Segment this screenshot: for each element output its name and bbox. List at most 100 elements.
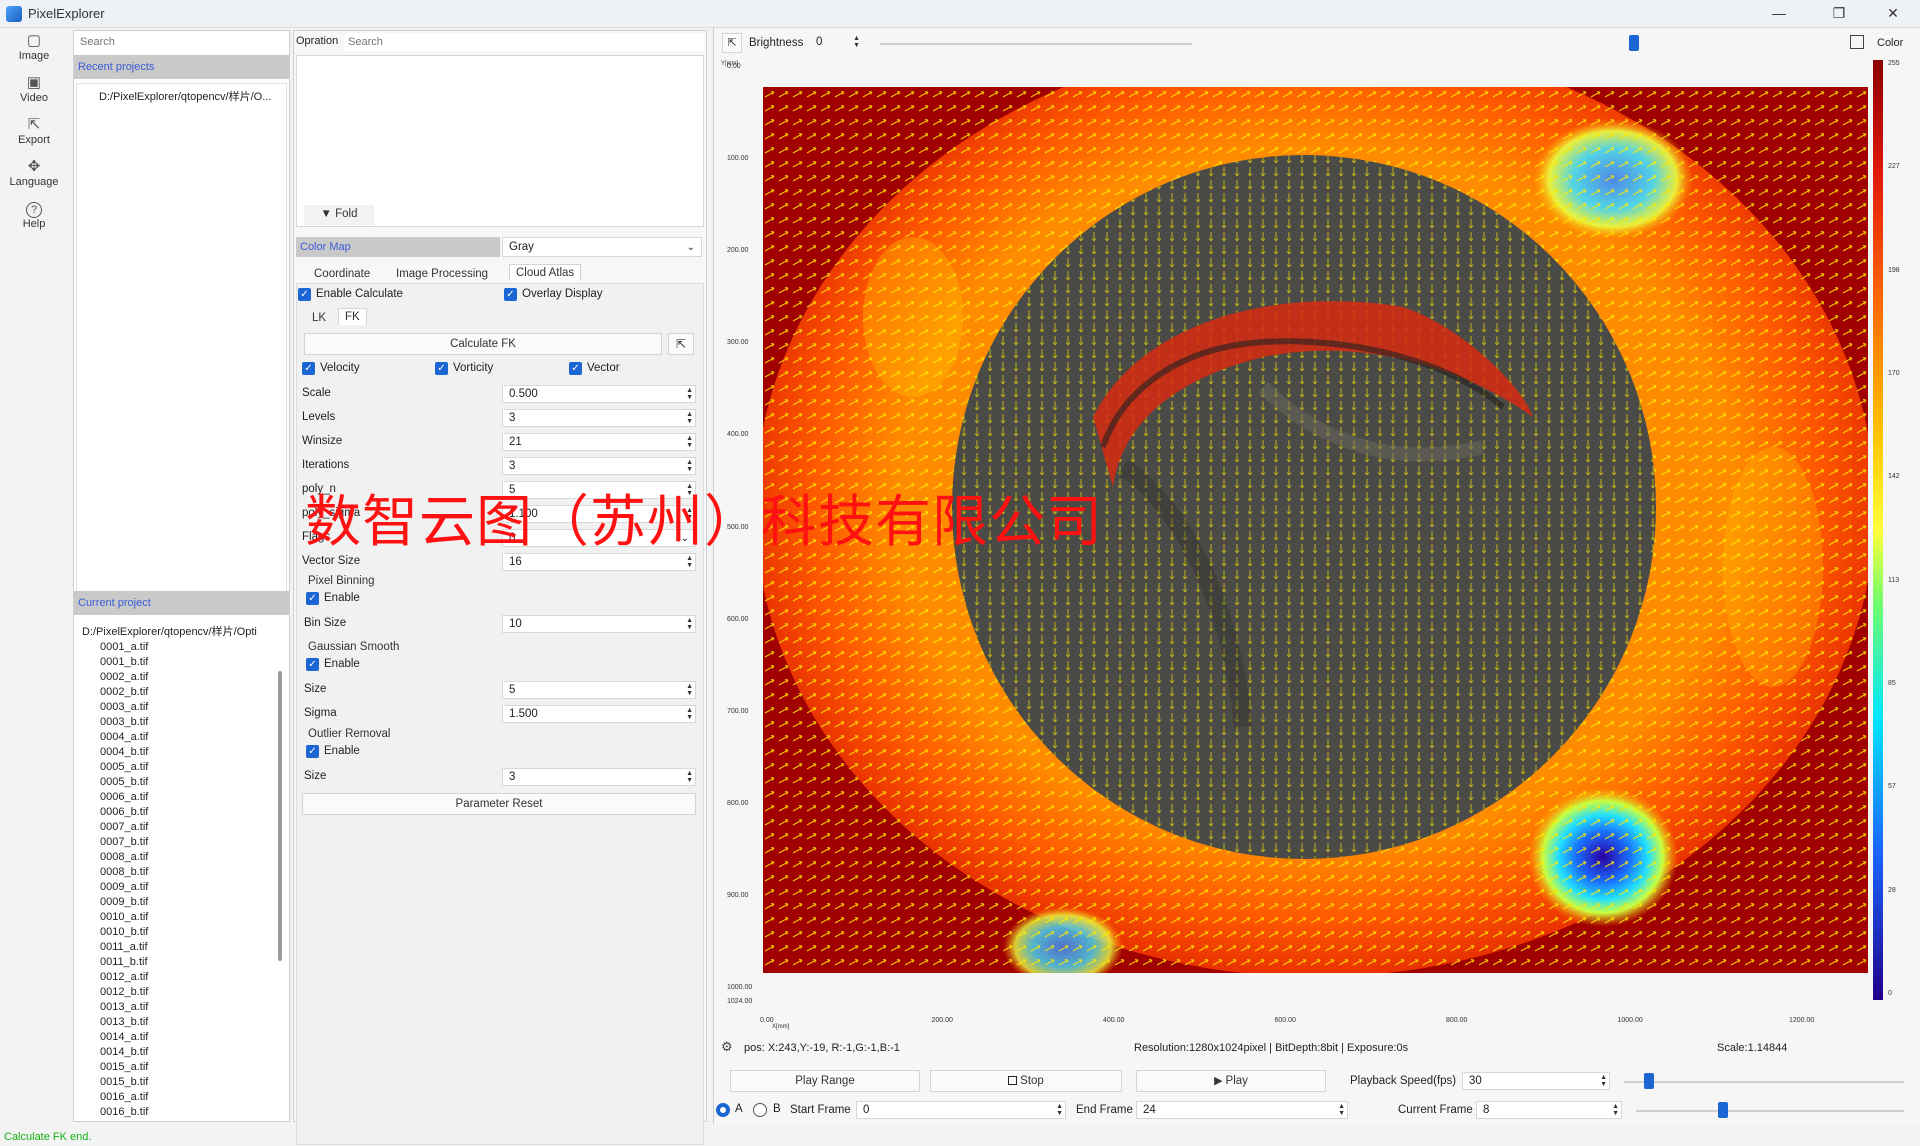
file-item[interactable]: 0003_b.tif	[100, 716, 148, 728]
file-item[interactable]: 0012_b.tif	[100, 986, 148, 998]
nav-help[interactable]: ? Help	[0, 202, 68, 230]
spin-arrows-icon[interactable]: ▲ ▼	[1612, 1103, 1619, 1117]
playback-speed-slider-track[interactable]	[1624, 1081, 1904, 1083]
file-item[interactable]: 0005_a.tif	[100, 761, 148, 773]
pixel-binning-enable-checkbox[interactable]: ✓	[306, 592, 319, 605]
bin-size-spinbox[interactable]: 10 ▲ ▼	[502, 615, 696, 633]
nav-language[interactable]: ✥ Language	[0, 158, 68, 188]
nav-video[interactable]: ▣ Video	[0, 74, 68, 104]
vector-checkbox[interactable]: ✓	[569, 362, 582, 375]
outlier-enable-checkbox[interactable]: ✓	[306, 745, 319, 758]
file-item[interactable]: 0015_a.tif	[100, 1061, 148, 1073]
spin-arrows-icon[interactable]: ▲ ▼	[686, 770, 693, 784]
spin-arrows-icon[interactable]: ▲ ▼	[686, 707, 693, 721]
fold-button[interactable]: ▼ Fold	[304, 205, 374, 225]
file-item[interactable]: 0004_b.tif	[100, 746, 148, 758]
levels-spinbox[interactable]: 3 ▲ ▼	[502, 409, 696, 427]
winsize-spinbox[interactable]: 21 ▲ ▼	[502, 433, 696, 451]
spin-arrows-icon[interactable]: ▲ ▼	[1338, 1103, 1345, 1117]
file-list-scrollbar[interactable]	[278, 671, 282, 961]
project-search-input[interactable]	[76, 33, 287, 51]
file-item[interactable]: 0002_b.tif	[100, 686, 148, 698]
brightness-slider-track[interactable]	[880, 43, 1192, 45]
file-item[interactable]: 0010_b.tif	[100, 926, 148, 938]
spin-arrows-icon[interactable]: ▲ ▼	[686, 411, 693, 425]
current-frame-spinbox[interactable]: 8 ▲ ▼	[1476, 1101, 1622, 1119]
file-item[interactable]: 0006_a.tif	[100, 791, 148, 803]
file-item[interactable]: 0014_a.tif	[100, 1031, 148, 1043]
gaussian-enable-checkbox[interactable]: ✓	[306, 658, 319, 671]
file-item[interactable]: 0015_b.tif	[100, 1076, 148, 1088]
file-item[interactable]: 0014_b.tif	[100, 1046, 148, 1058]
playback-speed-slider-handle[interactable]	[1644, 1073, 1654, 1089]
file-item[interactable]: 0009_b.tif	[100, 896, 148, 908]
tab-image-processing[interactable]: Image Processing	[390, 266, 494, 282]
viewer-popout-icon[interactable]: ⇱	[722, 33, 742, 53]
radio-b[interactable]	[753, 1103, 767, 1117]
file-item[interactable]: 0006_b.tif	[100, 806, 148, 818]
file-item[interactable]: 0010_a.tif	[100, 911, 148, 923]
file-item[interactable]: 0016_b.tif	[100, 1106, 148, 1118]
file-item[interactable]: 0008_b.tif	[100, 866, 148, 878]
project-root-folder[interactable]: D:/PixelExplorer/qtopencv/样片/Opti	[82, 623, 257, 639]
brightness-spinbox[interactable]: 0 ▲ ▼	[810, 34, 862, 52]
spin-arrows-icon[interactable]: ▲ ▼	[686, 459, 693, 473]
enable-calculate-checkbox[interactable]: ✓	[298, 288, 311, 301]
file-item[interactable]: 0007_b.tif	[100, 836, 148, 848]
vorticity-checkbox[interactable]: ✓	[435, 362, 448, 375]
file-item[interactable]: 0012_a.tif	[100, 971, 148, 983]
file-item[interactable]: 0002_a.tif	[100, 671, 148, 683]
minimize-button[interactable]: —	[1756, 0, 1802, 28]
tab-coordinate[interactable]: Coordinate	[308, 266, 376, 282]
spin-arrows-icon[interactable]: ▲ ▼	[686, 683, 693, 697]
file-item[interactable]: 0001_a.tif	[100, 641, 148, 653]
file-item[interactable]: 0003_a.tif	[100, 701, 148, 713]
radio-a[interactable]	[716, 1103, 730, 1117]
close-button[interactable]: ✕	[1870, 0, 1916, 28]
overlay-display-checkbox[interactable]: ✓	[504, 288, 517, 301]
file-item[interactable]: 0005_b.tif	[100, 776, 148, 788]
stop-button[interactable]: Stop	[930, 1070, 1122, 1092]
file-item[interactable]: 0008_a.tif	[100, 851, 148, 863]
spin-arrows-icon[interactable]: ▲ ▼	[686, 617, 693, 631]
settings-gear-icon[interactable]: ⚙	[721, 1039, 733, 1055]
file-item[interactable]: 0011_a.tif	[100, 941, 148, 953]
color-toggle-icon[interactable]	[1850, 35, 1864, 49]
maximize-button[interactable]: ❐	[1816, 0, 1862, 28]
current-frame-slider-track[interactable]	[1636, 1110, 1904, 1112]
start-frame-spinbox[interactable]: 0 ▲ ▼	[856, 1101, 1066, 1119]
file-item[interactable]: 0007_a.tif	[100, 821, 148, 833]
recent-project-item[interactable]: D:/PixelExplorer/qtopencv/样片/O...	[99, 88, 271, 104]
spin-arrows-icon[interactable]: ▲ ▼	[686, 387, 693, 401]
spin-arrows-icon[interactable]: ▲ ▼	[1056, 1103, 1063, 1117]
play-button[interactable]: ▶ Play	[1136, 1070, 1326, 1092]
spin-arrows-icon[interactable]: ▲ ▼	[853, 35, 860, 49]
velocity-checkbox[interactable]: ✓	[302, 362, 315, 375]
file-item[interactable]: 0013_b.tif	[100, 1016, 148, 1028]
iterations-spinbox[interactable]: 3 ▲ ▼	[502, 457, 696, 475]
playback-speed-spinbox[interactable]: 30 ▲ ▼	[1462, 1072, 1610, 1090]
file-item[interactable]: 0001_b.tif	[100, 656, 148, 668]
spin-arrows-icon[interactable]: ▲ ▼	[1600, 1074, 1607, 1088]
end-frame-spinbox[interactable]: 24 ▲ ▼	[1136, 1101, 1348, 1119]
nav-export[interactable]: ⇱ Export	[0, 116, 68, 146]
gaussian-sigma-spinbox[interactable]: 1.500 ▲ ▼	[502, 705, 696, 723]
operation-search-input[interactable]	[344, 33, 704, 51]
popout-icon[interactable]: ⇱	[668, 333, 694, 355]
spin-arrows-icon[interactable]: ▲ ▼	[686, 435, 693, 449]
outlier-size-spinbox[interactable]: 3 ▲ ▼	[502, 768, 696, 786]
subtab-fk[interactable]: FK	[338, 308, 367, 325]
current-frame-slider-handle[interactable]	[1718, 1102, 1729, 1118]
colormap-select[interactable]: Gray ⌄	[502, 237, 702, 257]
play-range-button[interactable]: Play Range	[730, 1070, 920, 1092]
brightness-slider-handle[interactable]	[1629, 35, 1639, 51]
subtab-lk[interactable]: LK	[306, 310, 332, 326]
tab-cloud-atlas[interactable]: Cloud Atlas	[509, 264, 582, 281]
file-item[interactable]: 0016_a.tif	[100, 1091, 148, 1103]
scale-spinbox[interactable]: 0.500 ▲ ▼	[502, 385, 696, 403]
file-item[interactable]: 0009_a.tif	[100, 881, 148, 893]
file-item[interactable]: 0011_b.tif	[100, 956, 148, 968]
calculate-fk-button[interactable]: Calculate FK	[304, 333, 662, 355]
nav-image[interactable]: ▢ Image	[0, 32, 68, 62]
gaussian-size-spinbox[interactable]: 5 ▲ ▼	[502, 681, 696, 699]
